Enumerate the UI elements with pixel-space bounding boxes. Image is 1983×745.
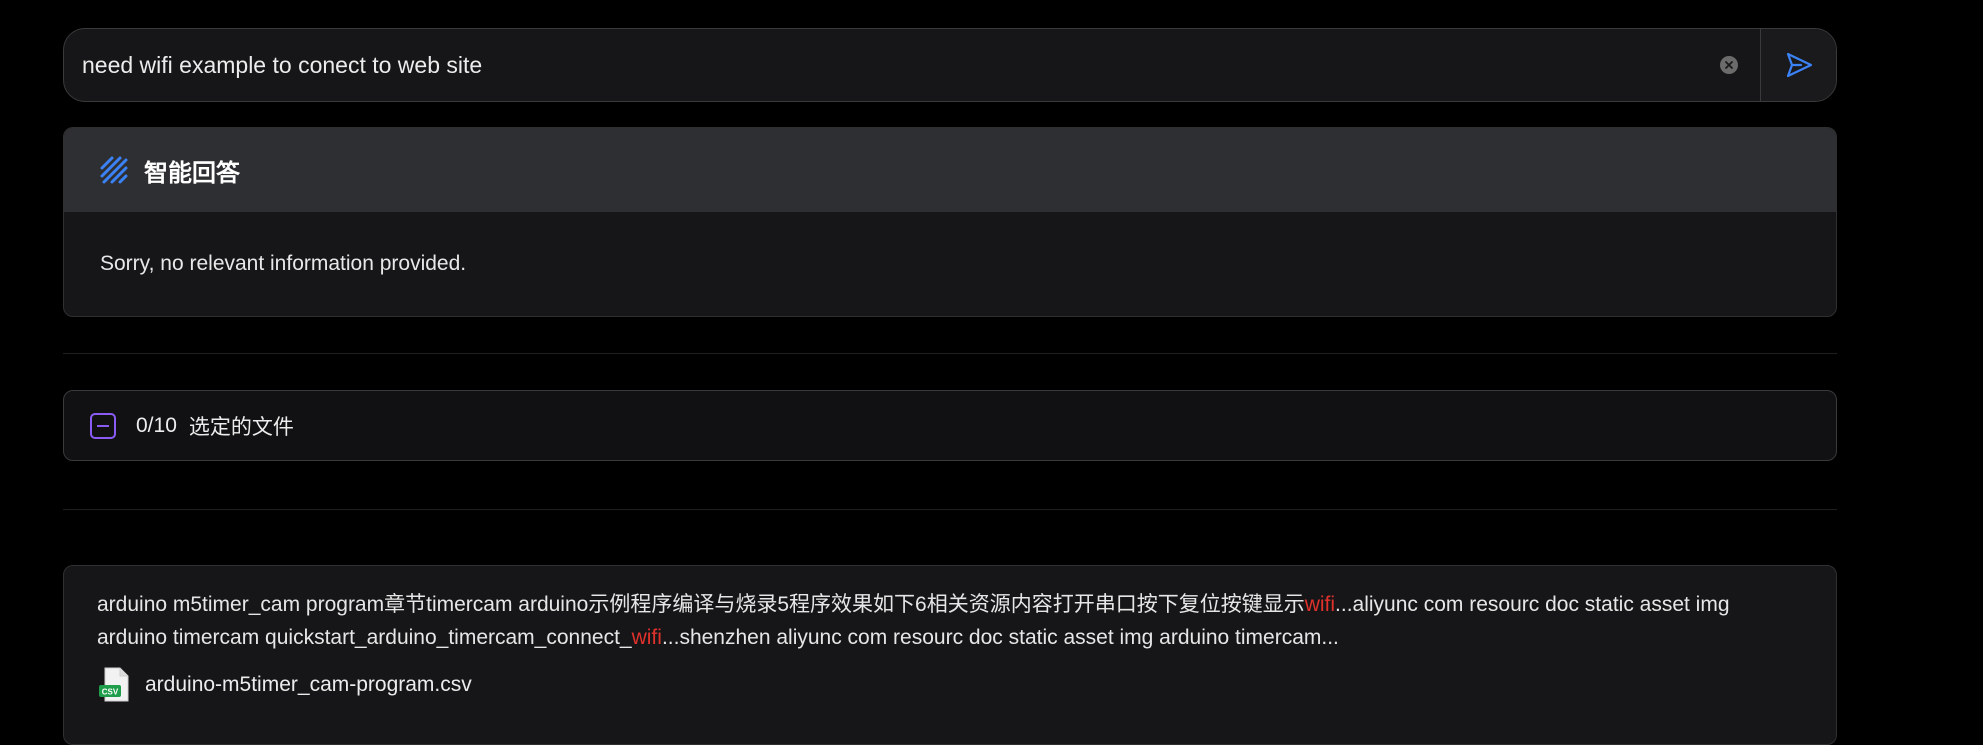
snippet-text: arduino m5timer_cam program章节timercam ar…: [97, 593, 1305, 616]
smart-answer-title: 智能回答: [144, 159, 240, 187]
search-result-card[interactable]: arduino m5timer_cam program章节timercam ar…: [63, 565, 1837, 745]
svg-text:CSV: CSV: [102, 688, 119, 697]
result-file-link[interactable]: CSV arduino-m5timer_cam-program.csv: [97, 666, 1804, 704]
smart-answer-header: 智能回答: [64, 128, 1836, 212]
divider: [63, 353, 1837, 354]
snippet-text: ...shenzhen aliyunc com resourc doc stat…: [661, 626, 1339, 649]
send-icon: [1786, 52, 1812, 78]
snippet-highlight: wifi: [1304, 593, 1336, 616]
result-file-name: arduino-m5timer_cam-program.csv: [145, 673, 472, 696]
selected-files-label: 选定的文件: [188, 415, 294, 439]
search-input[interactable]: [64, 29, 1720, 101]
smart-answer-text: Sorry, no relevant information provided.: [100, 252, 467, 275]
send-button[interactable]: [1760, 29, 1836, 101]
file-selection-bar: 0/10 选定的文件: [63, 390, 1837, 461]
csv-file-icon: CSV: [99, 667, 129, 702]
snippet-highlight: wifi: [631, 626, 662, 649]
clear-search-button[interactable]: [1720, 56, 1738, 74]
smart-answer-card: 智能回答 Sorry, no relevant information prov…: [63, 127, 1837, 317]
select-all-checkbox[interactable]: [90, 412, 116, 439]
selected-count: 0/10: [136, 413, 177, 437]
result-snippet: arduino m5timer_cam program章节timercam ar…: [97, 588, 1804, 654]
search-bar: [63, 28, 1837, 102]
clear-icon: [1725, 61, 1733, 69]
minus-icon: [97, 424, 109, 427]
ai-stripes-icon: [100, 156, 128, 184]
divider: [63, 509, 1837, 510]
